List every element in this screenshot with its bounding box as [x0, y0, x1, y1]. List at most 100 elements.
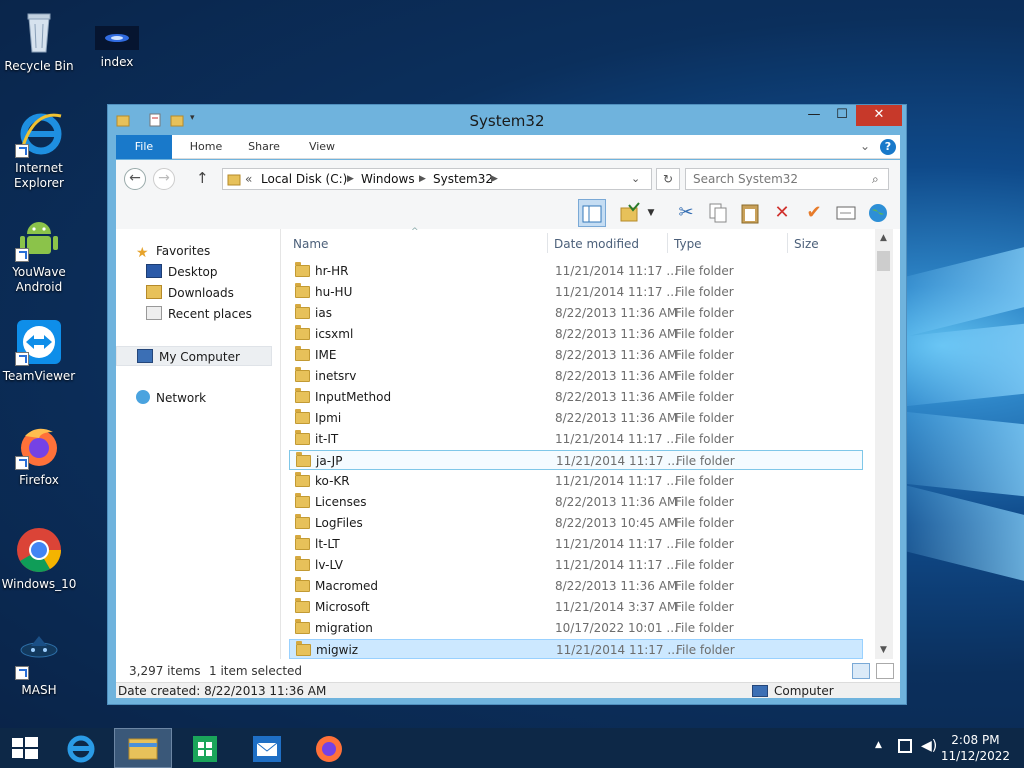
- desktop-icon-chrome[interactable]: Windows_10: [1, 526, 77, 592]
- desktop-icon-youwave[interactable]: YouWave Android: [1, 214, 77, 295]
- breadcrumb-local-disk[interactable]: Local Disk (C:): [261, 169, 347, 189]
- copy-icon[interactable]: [704, 199, 732, 227]
- nav-desktop[interactable]: Desktop: [146, 262, 218, 282]
- title-bar[interactable]: ▾ System32 — ☐ ✕: [108, 105, 906, 135]
- folder-icon: [295, 598, 310, 613]
- file-date-modified: 11/21/2014 11:17 ...: [556, 643, 679, 657]
- table-row[interactable]: inetsrv 8/22/2013 11:36 AM File folder: [289, 366, 863, 386]
- nav-my-computer[interactable]: My Computer: [116, 346, 272, 366]
- back-button[interactable]: ←: [124, 168, 146, 190]
- desktop-icon-firefox[interactable]: Firefox: [1, 422, 77, 488]
- breadcrumb-system32[interactable]: System32: [433, 169, 493, 189]
- cut-icon[interactable]: ✂: [672, 199, 700, 227]
- rename-icon[interactable]: ✔: [800, 199, 828, 227]
- taskbar-mail[interactable]: [238, 728, 296, 768]
- refresh-button[interactable]: ↻: [656, 168, 680, 190]
- column-separator[interactable]: [787, 233, 788, 253]
- taskbar-store[interactable]: [176, 728, 234, 768]
- tab-home[interactable]: Home: [178, 135, 234, 159]
- minimize-button[interactable]: —: [800, 105, 828, 126]
- folder-icon: [295, 430, 310, 445]
- explorer-window[interactable]: ▾ System32 — ☐ ✕ File Home Share View ⌄ …: [107, 104, 907, 705]
- column-header-size[interactable]: Size: [794, 233, 819, 255]
- desktop-icon-teamviewer[interactable]: TeamViewer: [1, 318, 77, 384]
- scroll-down-arrow[interactable]: ▼: [880, 645, 887, 655]
- up-button[interactable]: ↑: [196, 169, 209, 187]
- column-header-date-modified[interactable]: Date modified: [554, 233, 639, 255]
- table-row[interactable]: InputMethod 8/22/2013 11:36 AM File folder: [289, 387, 863, 407]
- taskbar-file-explorer[interactable]: [114, 728, 172, 768]
- clock[interactable]: 2:08 PM 11/12/2022: [941, 732, 1010, 764]
- maximize-button[interactable]: ☐: [828, 105, 856, 126]
- globe-icon[interactable]: [864, 199, 892, 227]
- nav-label: Recent places: [168, 307, 252, 321]
- file-name: ja-JP: [316, 454, 343, 468]
- breadcrumb-windows[interactable]: Windows: [361, 169, 415, 189]
- desktop-icon-recycle-bin[interactable]: Recycle Bin: [1, 8, 77, 74]
- file-type: File folder: [675, 579, 734, 593]
- start-icon: [12, 737, 38, 759]
- address-bar[interactable]: « Local Disk (C:) ▶ Windows ▶ System32 ▶…: [222, 168, 652, 190]
- table-row[interactable]: ias 8/22/2013 11:36 AM File folder: [289, 303, 863, 323]
- delete-icon[interactable]: ✕: [768, 199, 796, 227]
- table-row[interactable]: LogFiles 8/22/2013 10:45 AM File folder: [289, 513, 863, 533]
- star-icon: ★: [136, 245, 149, 261]
- status-bar: 3,297 items 1 item selected: [116, 659, 900, 683]
- column-header-type[interactable]: Type: [674, 233, 702, 255]
- file-date-modified: 11/21/2014 11:17 ...: [555, 474, 678, 488]
- search-input[interactable]: Search System32: [685, 168, 889, 190]
- table-row[interactable]: IME 8/22/2013 11:36 AM File folder: [289, 345, 863, 365]
- table-row[interactable]: lv-LV 11/21/2014 11:17 ... File folder: [289, 555, 863, 575]
- nav-downloads[interactable]: Downloads: [146, 283, 234, 303]
- vertical-scrollbar[interactable]: ▲ ▼: [875, 229, 893, 659]
- nav-favorites[interactable]: ★ Favorites: [136, 241, 210, 261]
- column-separator[interactable]: [667, 233, 668, 253]
- scroll-up-arrow[interactable]: ▲: [880, 233, 887, 243]
- start-button[interactable]: [0, 728, 50, 768]
- table-row[interactable]: Licenses 8/22/2013 11:36 AM File folder: [289, 492, 863, 512]
- table-row[interactable]: migwiz 11/21/2014 11:17 ... File folder: [289, 639, 863, 659]
- taskbar-internet-explorer[interactable]: [52, 728, 110, 768]
- desktop-icon-mash[interactable]: MASH: [1, 632, 77, 698]
- column-separator[interactable]: [547, 233, 548, 253]
- tab-view[interactable]: View: [294, 135, 350, 159]
- taskbar-firefox[interactable]: [300, 728, 358, 768]
- close-button[interactable]: ✕: [856, 105, 902, 126]
- address-dropdown-icon[interactable]: ⌄: [631, 169, 640, 189]
- details-view-button[interactable]: [852, 663, 870, 679]
- table-row[interactable]: Microsoft 11/21/2014 3:37 AM File folder: [289, 597, 863, 617]
- table-row[interactable]: Macromed 8/22/2013 11:36 AM File folder: [289, 576, 863, 596]
- show-hidden-icons-icon[interactable]: ▲: [875, 740, 882, 750]
- table-row[interactable]: hu-HU 11/21/2014 11:17 ... File folder: [289, 282, 863, 302]
- tab-file[interactable]: File: [116, 135, 172, 159]
- nav-network[interactable]: Network: [136, 388, 206, 408]
- table-row[interactable]: ko-KR 11/21/2014 11:17 ... File folder: [289, 471, 863, 491]
- forward-button[interactable]: →: [153, 168, 175, 190]
- desktop-icon-internet-explorer[interactable]: Internet Explorer: [1, 110, 77, 191]
- help-icon[interactable]: ?: [880, 139, 896, 155]
- table-row[interactable]: it-IT 11/21/2014 11:17 ... File folder: [289, 429, 863, 449]
- expand-ribbon-icon[interactable]: ⌄: [860, 139, 870, 153]
- tab-share[interactable]: Share: [236, 135, 292, 159]
- table-row[interactable]: Ipmi 8/22/2013 11:36 AM File folder: [289, 408, 863, 428]
- folder-options-icon[interactable]: [616, 199, 644, 227]
- preview-pane-icon[interactable]: [578, 199, 606, 227]
- column-header-name[interactable]: Name: [293, 233, 328, 255]
- paste-icon[interactable]: [736, 199, 764, 227]
- table-row[interactable]: lt-LT 11/21/2014 11:17 ... File folder: [289, 534, 863, 554]
- network-icon[interactable]: [898, 739, 912, 753]
- folder-icon: [295, 409, 310, 424]
- scroll-thumb[interactable]: [877, 251, 890, 271]
- file-name: lv-LV: [315, 558, 344, 572]
- table-row[interactable]: icsxml 8/22/2013 11:36 AM File folder: [289, 324, 863, 344]
- volume-icon[interactable]: ◀): [921, 738, 937, 754]
- nav-recent-places[interactable]: Recent places: [146, 304, 252, 324]
- table-row[interactable]: hr-HR 11/21/2014 11:17 ... File folder: [289, 261, 863, 281]
- breadcrumb-overflow[interactable]: «: [245, 169, 252, 189]
- properties-icon[interactable]: [832, 199, 860, 227]
- table-row[interactable]: migration 10/17/2022 10:01 ... File folder: [289, 618, 863, 638]
- dropdown-arrow-icon[interactable]: ▼: [644, 199, 658, 227]
- large-icons-view-button[interactable]: [876, 663, 894, 679]
- desktop-icon-index[interactable]: index: [79, 18, 155, 70]
- table-row[interactable]: ja-JP 11/21/2014 11:17 ... File folder: [289, 450, 863, 470]
